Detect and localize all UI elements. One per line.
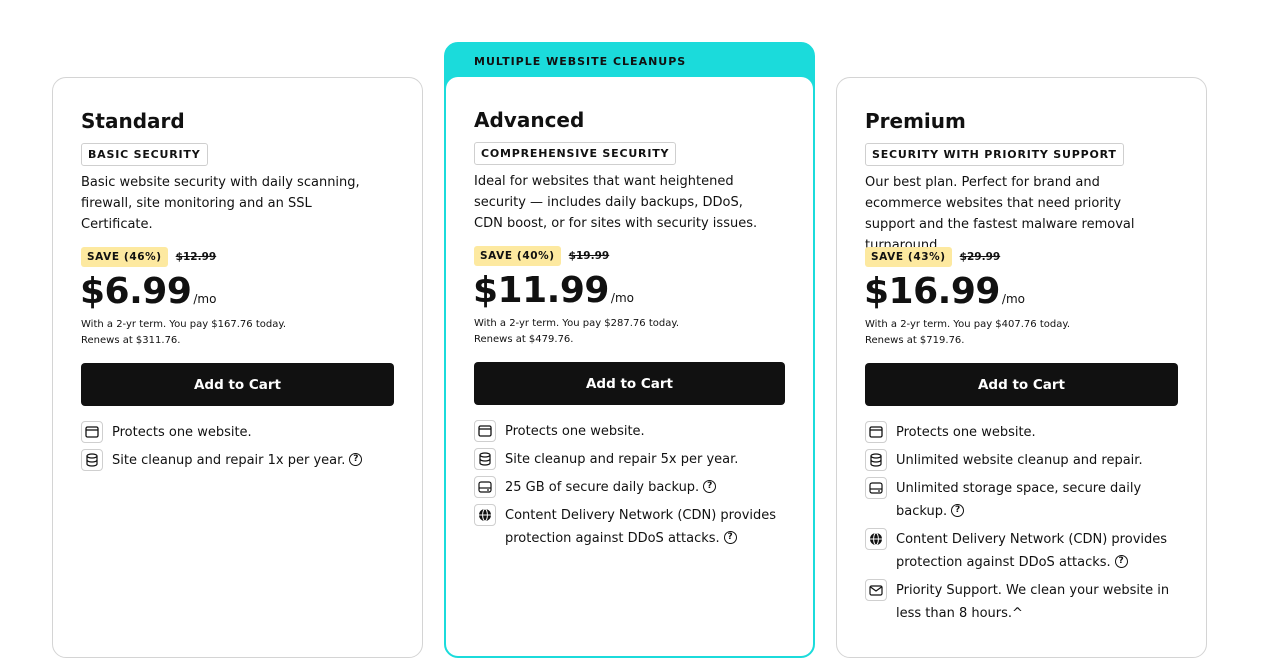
feature-text: Protects one website. <box>112 425 252 440</box>
discount-row: SAVE (40%) $19.99 <box>474 246 609 266</box>
hard-drive-icon <box>865 477 887 499</box>
price: $6.99 /mo <box>80 271 216 312</box>
save-badge: SAVE (43%) <box>865 247 952 267</box>
plan-tag: SECURITY WITH PRIORITY SUPPORT <box>865 143 1124 166</box>
database-icon <box>865 449 887 471</box>
plan-name: Standard <box>81 109 185 133</box>
plan-card-body: Advanced COMPREHENSIVE SECURITY Ideal fo… <box>446 77 813 656</box>
add-to-cart-button[interactable]: Add to Cart <box>865 363 1178 406</box>
price: $16.99 /mo <box>864 271 1025 312</box>
discount-row: SAVE (43%) $29.99 <box>865 247 1000 267</box>
term-line: With a 2-yr term. You pay $167.76 today. <box>81 319 287 330</box>
price-unit: /mo <box>1001 292 1025 306</box>
feature-item: Content Delivery Network (CDN) provides … <box>474 504 784 550</box>
old-price: $12.99 <box>175 251 217 263</box>
add-to-cart-button[interactable]: Add to Cart <box>81 363 394 406</box>
add-to-cart-button[interactable]: Add to Cart <box>474 362 785 405</box>
database-icon <box>474 448 496 470</box>
price-unit: /mo <box>610 291 634 305</box>
plan-card-premium: Premium SECURITY WITH PRIORITY SUPPORT O… <box>836 77 1207 658</box>
feature-text: Protects one website. <box>505 424 645 439</box>
renewal-line: Renews at $719.76. <box>865 335 965 346</box>
plan-card-standard: Standard BASIC SECURITY Basic website se… <box>52 77 423 658</box>
save-badge: SAVE (40%) <box>474 246 561 266</box>
feature-item: Protects one website. <box>81 421 391 444</box>
browser-window-icon <box>81 421 103 443</box>
plan-name: Premium <box>865 109 966 133</box>
price-amount: $16.99 <box>864 271 1000 312</box>
help-icon[interactable]: ? <box>723 531 737 544</box>
price: $11.99 /mo <box>473 270 634 311</box>
term-line: With a 2-yr term. You pay $287.76 today. <box>474 318 680 329</box>
plan-tag: BASIC SECURITY <box>81 143 208 166</box>
save-badge: SAVE (46%) <box>81 247 168 267</box>
plan-tag: COMPREHENSIVE SECURITY <box>474 142 677 165</box>
help-icon[interactable]: ? <box>703 480 717 493</box>
feature-item: Protects one website. <box>474 420 784 443</box>
feature-item: Priority Support. We clean your website … <box>865 579 1175 625</box>
feature-text: Protects one website. <box>896 425 1036 440</box>
feature-item: Site cleanup and repair 5x per year. <box>474 448 784 471</box>
feature-item: Protects one website. <box>865 421 1175 444</box>
feature-item: Unlimited storage space, secure daily ba… <box>865 477 1175 523</box>
price-unit: /mo <box>193 292 217 306</box>
browser-window-icon <box>474 420 496 442</box>
envelope-icon <box>865 579 887 601</box>
discount-row: SAVE (46%) $12.99 <box>81 247 216 267</box>
feature-text: Unlimited storage space, secure daily ba… <box>896 481 1142 519</box>
feature-text: Site cleanup and repair 1x per year. <box>112 453 346 468</box>
renewal-line: Renews at $479.76. <box>474 334 574 345</box>
help-icon[interactable]: ? <box>951 504 965 517</box>
feature-item: 25 GB of secure daily backup.? <box>474 476 784 499</box>
old-price: $19.99 <box>568 250 610 262</box>
plan-description: Our best plan. Perfect for brand and eco… <box>865 175 1135 253</box>
database-icon <box>81 449 103 471</box>
globe-icon <box>865 528 887 550</box>
renewal-line: Renews at $311.76. <box>81 335 181 346</box>
hard-drive-icon <box>474 476 496 498</box>
featured-banner: MULTIPLE WEBSITE CLEANUPS <box>474 55 687 68</box>
price-amount: $11.99 <box>473 270 609 311</box>
feature-text: Priority Support. We clean your website … <box>896 583 1170 621</box>
feature-item: Content Delivery Network (CDN) provides … <box>865 528 1175 574</box>
feature-item: Unlimited website cleanup and repair. <box>865 449 1175 472</box>
feature-text: 25 GB of secure daily backup. <box>505 480 700 495</box>
plan-description: Basic website security with daily scanni… <box>81 175 360 232</box>
plan-description: Ideal for websites that want heightened … <box>474 174 758 231</box>
feature-text: Site cleanup and repair 5x per year. <box>505 452 739 467</box>
feature-text: Unlimited website cleanup and repair. <box>896 453 1143 468</box>
plan-card-advanced: MULTIPLE WEBSITE CLEANUPS Advanced COMPR… <box>444 42 815 658</box>
globe-icon <box>474 504 496 526</box>
plan-name: Advanced <box>474 108 585 132</box>
help-icon[interactable]: ? <box>349 453 363 466</box>
feature-item: Site cleanup and repair 1x per year.? <box>81 449 391 472</box>
old-price: $29.99 <box>959 251 1001 263</box>
browser-window-icon <box>865 421 887 443</box>
price-amount: $6.99 <box>80 271 192 312</box>
help-icon[interactable]: ? <box>1114 555 1128 568</box>
term-line: With a 2-yr term. You pay $407.76 today. <box>865 319 1071 330</box>
